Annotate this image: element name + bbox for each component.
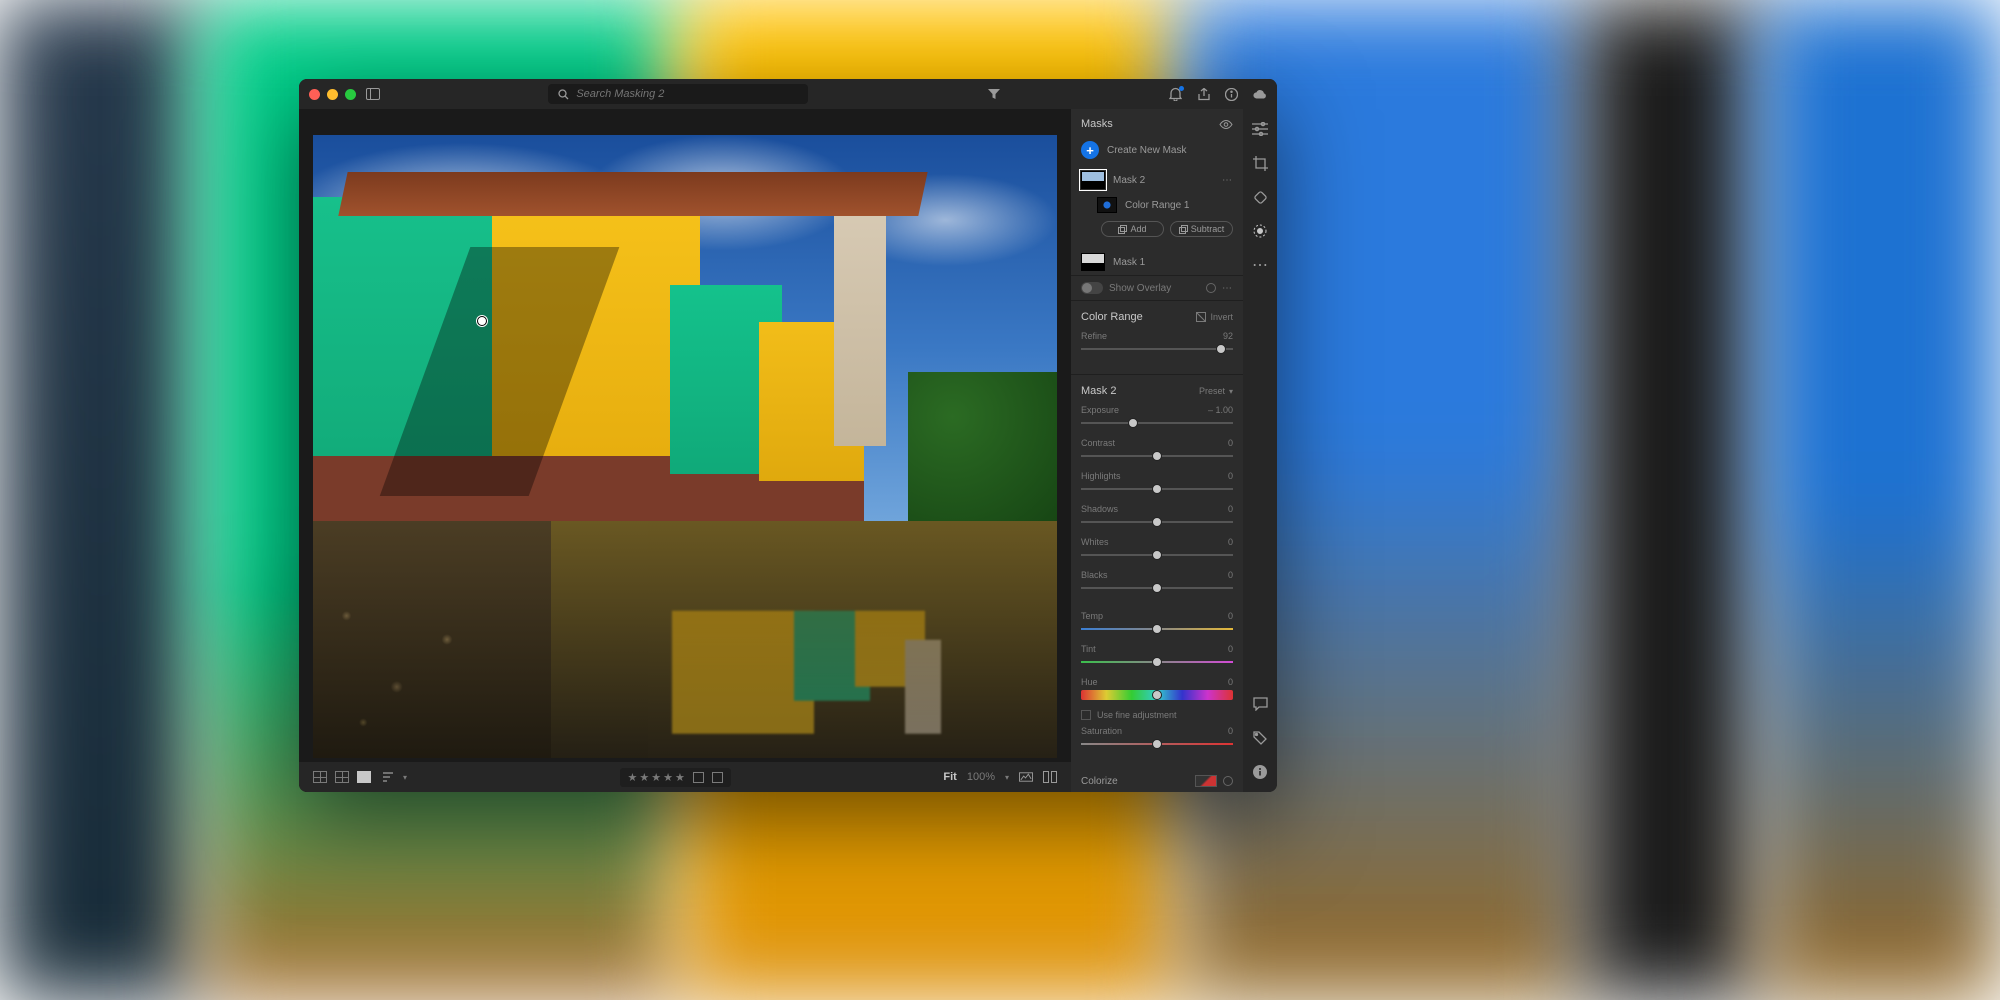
star-icon[interactable]: ★ <box>651 771 661 784</box>
search-field[interactable] <box>548 84 808 104</box>
tool-strip: ⋯ <box>1243 109 1277 792</box>
app-window: ▾ ★ ★ ★ ★ ★ Fit 100% ▾ <box>299 79 1277 792</box>
colorize-target-icon[interactable] <box>1223 776 1233 786</box>
info-icon[interactable] <box>1225 87 1239 101</box>
eye-icon[interactable] <box>1219 117 1233 131</box>
star-icon[interactable]: ★ <box>628 771 638 784</box>
color-picker-sample-point[interactable] <box>477 316 487 326</box>
highlights-slider[interactable]: Highlights0 <box>1081 471 1233 494</box>
adjustment-title: Mask 2 <box>1081 385 1116 397</box>
search-input[interactable] <box>576 88 800 100</box>
overlay-color-icon[interactable] <box>1206 283 1216 293</box>
mask-name-label: Mask 2 <box>1113 175 1214 186</box>
contrast-slider[interactable]: Contrast0 <box>1081 438 1233 461</box>
fit-button[interactable]: Fit <box>943 771 956 783</box>
mask-item-mask2[interactable]: Mask 2 ⋯ <box>1071 167 1243 193</box>
photo-canvas[interactable] <box>313 135 1057 758</box>
blacks-slider[interactable]: Blacks0 <box>1081 570 1233 593</box>
right-panel: Masks + Create New Mask Mask 2 ⋯ Color R… <box>1071 109 1243 792</box>
notifications-icon[interactable] <box>1169 87 1183 101</box>
share-icon[interactable] <box>1197 87 1211 101</box>
whites-slider[interactable]: Whites0 <box>1081 537 1233 560</box>
sidebar-toggle-icon[interactable] <box>366 87 380 101</box>
mask-add-button[interactable]: Add <box>1101 221 1164 237</box>
sort-icon[interactable] <box>383 770 397 784</box>
shadows-slider[interactable]: Shadows0 <box>1081 504 1233 527</box>
mask-component-color-range[interactable]: Color Range 1 <box>1071 193 1243 217</box>
invert-button[interactable]: Invert <box>1196 312 1233 322</box>
more-tools-icon[interactable]: ⋯ <box>1252 257 1268 273</box>
star-icon[interactable]: ★ <box>663 771 673 784</box>
plus-icon: + <box>1081 141 1099 159</box>
mask-thumbnail <box>1081 171 1105 189</box>
show-overlay-label: Show Overlay <box>1109 283 1200 294</box>
info-panel-icon[interactable] <box>1252 764 1268 780</box>
edit-sliders-icon[interactable] <box>1252 121 1268 137</box>
histogram-icon[interactable] <box>1019 770 1033 784</box>
colorize-row[interactable]: Colorize <box>1071 769 1243 792</box>
cloud-sync-icon[interactable] <box>1253 87 1267 101</box>
window-zoom-button[interactable] <box>345 89 356 100</box>
filter-icon[interactable] <box>987 87 1001 101</box>
canvas-area: ▾ ★ ★ ★ ★ ★ Fit 100% ▾ <box>299 109 1071 792</box>
titlebar <box>299 79 1277 109</box>
mask-component-thumbnail <box>1097 197 1117 213</box>
comments-icon[interactable] <box>1252 696 1268 712</box>
search-icon <box>556 87 570 101</box>
mask-subtract-button[interactable]: Subtract <box>1170 221 1233 237</box>
star-icon[interactable]: ★ <box>639 771 649 784</box>
mask-menu-icon[interactable]: ⋯ <box>1222 175 1233 186</box>
zoom-chevron-icon[interactable]: ▾ <box>1005 773 1009 782</box>
view-grid-small-icon[interactable] <box>313 771 327 783</box>
star-icon[interactable]: ★ <box>675 771 685 784</box>
rating-bar[interactable]: ★ ★ ★ ★ ★ <box>620 768 731 787</box>
sort-chevron-icon[interactable]: ▾ <box>403 773 407 782</box>
masking-icon[interactable] <box>1252 223 1268 239</box>
flag-pick-icon[interactable] <box>693 772 704 783</box>
overlay-menu-icon[interactable]: ⋯ <box>1222 283 1233 294</box>
mask-thumbnail <box>1081 253 1105 271</box>
color-range-section: Color Range Invert Refine 92 <box>1071 301 1243 375</box>
mask-name-label: Mask 1 <box>1113 257 1233 268</box>
colorize-swatch[interactable] <box>1195 775 1217 787</box>
window-minimize-button[interactable] <box>327 89 338 100</box>
traffic-lights <box>309 89 356 100</box>
chevron-down-icon: ▾ <box>1229 387 1233 396</box>
zoom-value[interactable]: 100% <box>967 771 995 783</box>
refine-slider[interactable]: Refine 92 <box>1081 331 1233 354</box>
temp-slider[interactable]: Temp0 <box>1081 611 1233 634</box>
adjustments-section: Mask 2 Preset ▾ Exposure– 1.00 Contrast0… <box>1071 375 1243 769</box>
healing-icon[interactable] <box>1252 189 1268 205</box>
tint-slider[interactable]: Tint0 <box>1081 644 1233 667</box>
bottom-toolbar: ▾ ★ ★ ★ ★ ★ Fit 100% ▾ <box>299 762 1071 792</box>
exposure-slider[interactable]: Exposure– 1.00 <box>1081 405 1233 428</box>
flag-reject-icon[interactable] <box>712 772 723 783</box>
keywords-icon[interactable] <box>1252 730 1268 746</box>
view-grid-large-icon[interactable] <box>335 771 349 783</box>
hue-slider[interactable]: Hue0 <box>1081 677 1233 700</box>
window-close-button[interactable] <box>309 89 320 100</box>
create-mask-button[interactable]: + Create New Mask <box>1071 137 1243 167</box>
compare-icon[interactable] <box>1043 770 1057 784</box>
preset-dropdown[interactable]: Preset ▾ <box>1199 386 1233 396</box>
create-mask-label: Create New Mask <box>1107 145 1186 156</box>
show-overlay-toggle[interactable] <box>1081 282 1103 294</box>
fine-adjustment-checkbox[interactable]: Use fine adjustment <box>1081 710 1233 720</box>
view-single-icon[interactable] <box>357 771 371 783</box>
saturation-slider[interactable]: Saturation0 <box>1081 726 1233 749</box>
section-title: Color Range <box>1081 311 1143 323</box>
mask-component-label: Color Range 1 <box>1125 200 1233 211</box>
masks-panel-title: Masks <box>1081 118 1113 130</box>
mask-item-mask1[interactable]: Mask 1 <box>1071 249 1243 275</box>
crop-icon[interactable] <box>1252 155 1268 171</box>
notification-dot <box>1179 86 1184 91</box>
